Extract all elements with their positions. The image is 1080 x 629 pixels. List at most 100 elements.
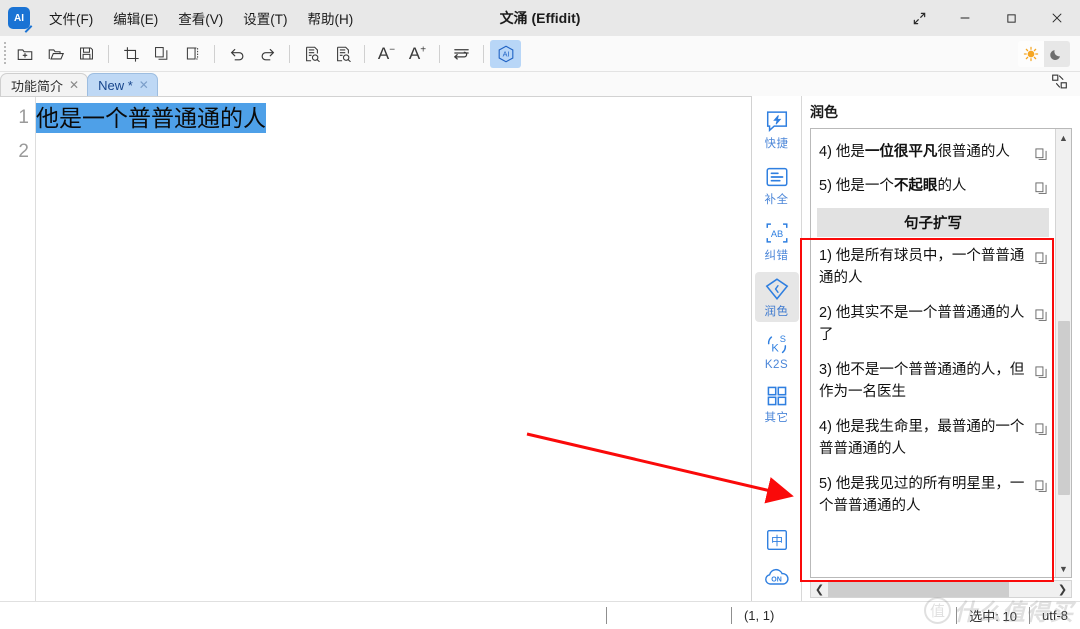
copy-icon[interactable] xyxy=(1031,175,1051,195)
rail-item-correction[interactable]: AB 纠错 xyxy=(755,216,799,266)
undo-icon[interactable] xyxy=(221,40,252,68)
scroll-down-arrow-icon[interactable]: ▼ xyxy=(1055,560,1071,577)
window-controls xyxy=(896,0,1080,36)
suggestion-text: 4) 他是一位很平凡很普通的人 xyxy=(819,141,1031,163)
text-editor-content[interactable]: 他是一个普普通通的人 xyxy=(36,97,751,601)
rail-label-completion: 补全 xyxy=(764,194,789,206)
ai-suggestion-panel: 润色 4) 他是一位很平凡很普通的人 5) 他是一个不起眼的人 句子扩写 1) … xyxy=(802,96,1080,601)
selected-text[interactable]: 他是一个普普通通的人 xyxy=(36,103,266,133)
font-increase-icon[interactable]: A+ xyxy=(402,40,433,68)
suggestion-text: 3) 他不是一个普普通通的人，但作为一名医生 xyxy=(819,359,1031,404)
suggestion-item[interactable]: 3) 他不是一个普普通通的人，但作为一名医生 xyxy=(811,353,1055,410)
copy-icon[interactable] xyxy=(1031,473,1051,493)
suggestion-item[interactable]: 2) 他其实不是一个普普通通的人了 xyxy=(811,296,1055,353)
editor-line-2[interactable] xyxy=(36,135,751,169)
rail-bottom-group: 中 ON xyxy=(755,523,799,601)
theme-toggle-group xyxy=(1018,40,1070,67)
suggestion-bold: 不起眼 xyxy=(893,178,938,195)
copy-icon[interactable] xyxy=(1031,141,1051,161)
editor-line-1[interactable]: 他是一个普普通通的人 xyxy=(36,101,751,135)
wrap-lines-icon[interactable] xyxy=(446,40,477,68)
minimize-button[interactable] xyxy=(942,0,988,36)
svg-text:S: S xyxy=(779,334,785,344)
rail-item-other[interactable]: 其它 xyxy=(755,380,799,428)
copy-icon[interactable] xyxy=(1031,359,1051,379)
suggestion-text: 5) 他是我见过的所有明星里，一个普普通通的人 xyxy=(819,473,1031,518)
tab-new-label: New * xyxy=(98,77,133,93)
cut-icon[interactable] xyxy=(115,40,146,68)
menu-file[interactable]: 文件(F) xyxy=(40,3,102,33)
ai-assistant-icon[interactable]: AI xyxy=(490,39,521,68)
copy-icon[interactable] xyxy=(1031,302,1051,322)
maximize-button[interactable] xyxy=(988,0,1034,36)
suggestion-item[interactable]: 4) 他是我生命里，最普通的一个普普通通的人 xyxy=(811,410,1055,467)
split-view-icon[interactable] xyxy=(1051,73,1068,95)
suggestion-item[interactable]: 5) 他是我见过的所有明星里，一个普普通通的人 xyxy=(811,467,1055,524)
language-toggle-icon[interactable]: 中 xyxy=(755,523,799,556)
scroll-right-arrow-icon[interactable]: ❯ xyxy=(1054,581,1071,597)
horizontal-scroll-track[interactable] xyxy=(828,581,1054,597)
cursor-position: (1, 1) xyxy=(743,608,775,623)
rail-item-shortcut[interactable]: 快捷 xyxy=(755,104,799,154)
restore-expand-button[interactable] xyxy=(896,0,942,36)
tab-intro-label: 功能简介 xyxy=(11,78,64,94)
save-icon[interactable] xyxy=(71,40,102,68)
section-header-sentence-expansion: 句子扩写 xyxy=(817,207,1049,237)
application-window: AI 文件(F) 编辑(E) 查看(V) 设置(T) 帮助(H) 文涌 (Eff… xyxy=(0,0,1080,629)
toolbar: A− A+ AI xyxy=(0,36,1080,72)
copy-icon[interactable] xyxy=(1031,416,1051,436)
toolbar-separator xyxy=(439,44,440,63)
menu-edit[interactable]: 编辑(E) xyxy=(104,3,167,33)
rail-label-polish: 润色 xyxy=(764,306,789,318)
replace-icon[interactable] xyxy=(327,40,358,68)
horizontal-scroll-thumb[interactable] xyxy=(828,581,1009,597)
close-button[interactable] xyxy=(1034,0,1080,36)
suggestion-body: 他不是一个普普通通的人，但作为一名医生 xyxy=(819,361,1025,401)
svg-text:AB: AB xyxy=(770,229,782,239)
new-file-icon[interactable] xyxy=(9,40,40,68)
svg-text:K: K xyxy=(771,343,779,355)
menu-help[interactable]: 帮助(H) xyxy=(299,3,363,33)
suggestion-text: 2) 他其实不是一个普普通通的人了 xyxy=(819,302,1031,347)
tab-close-icon[interactable]: ✕ xyxy=(69,78,79,92)
vertical-scroll-track[interactable] xyxy=(1056,146,1072,560)
sun-icon[interactable] xyxy=(1018,40,1044,67)
selection-count: 选中: 10 xyxy=(969,609,1017,624)
suggestion-item[interactable]: 1) 他是所有球员中，一个普普通通的人 xyxy=(811,239,1055,296)
rail-item-k2s[interactable]: K S K2S xyxy=(755,328,799,374)
suggestion-item[interactable]: 5) 他是一个不起眼的人 xyxy=(811,169,1055,203)
scroll-left-arrow-icon[interactable]: ❮ xyxy=(811,581,828,597)
menu-view[interactable]: 查看(V) xyxy=(169,3,232,33)
suggestion-item[interactable]: 4) 他是一位很平凡很普通的人 xyxy=(811,135,1055,169)
copy-icon[interactable] xyxy=(1031,245,1051,265)
moon-icon[interactable] xyxy=(1044,40,1070,67)
panel-horizontal-scrollbar[interactable]: ❮ ❯ xyxy=(810,580,1072,598)
suggestion-text: 1) 他是所有球员中，一个普普通通的人 xyxy=(819,245,1031,290)
open-folder-icon[interactable] xyxy=(40,40,71,68)
editor-area[interactable]: 1 2 他是一个普普通通的人 xyxy=(0,96,752,601)
menu-bar: 文件(F) 编辑(E) 查看(V) 设置(T) 帮助(H) xyxy=(40,3,362,33)
tab-bar: 功能简介 ✕ New * ✕ xyxy=(0,72,1080,96)
cloud-on-icon[interactable]: ON xyxy=(755,562,799,591)
panel-vertical-scrollbar[interactable]: ▲ ▼ xyxy=(1055,129,1071,577)
tab-intro[interactable]: 功能简介 ✕ xyxy=(0,73,89,96)
suggestion-list-box: 4) 他是一位很平凡很普通的人 5) 他是一个不起眼的人 句子扩写 1) 他是所… xyxy=(810,128,1072,578)
vertical-scroll-thumb[interactable] xyxy=(1057,320,1070,495)
redo-icon[interactable] xyxy=(252,40,283,68)
find-icon[interactable] xyxy=(296,40,327,68)
grid-icon xyxy=(767,386,786,406)
font-decrease-icon[interactable]: A− xyxy=(371,40,402,68)
toolbar-grip[interactable] xyxy=(0,36,9,72)
rail-item-polish[interactable]: 润色 xyxy=(754,272,799,322)
tab-close-icon[interactable]: ✕ xyxy=(139,78,149,92)
copy-icon[interactable] xyxy=(146,40,177,68)
status-separator xyxy=(606,607,607,624)
text-complete-icon xyxy=(766,167,787,187)
scroll-up-arrow-icon[interactable]: ▲ xyxy=(1055,129,1071,146)
rail-item-completion[interactable]: 补全 xyxy=(755,160,799,210)
spellcheck-icon: AB xyxy=(766,223,787,243)
paste-icon[interactable] xyxy=(177,40,208,68)
tab-new[interactable]: New * ✕ xyxy=(87,73,158,96)
suggestion-text: 5) 他是一个不起眼的人 xyxy=(819,175,1031,197)
menu-settings[interactable]: 设置(T) xyxy=(234,3,296,33)
